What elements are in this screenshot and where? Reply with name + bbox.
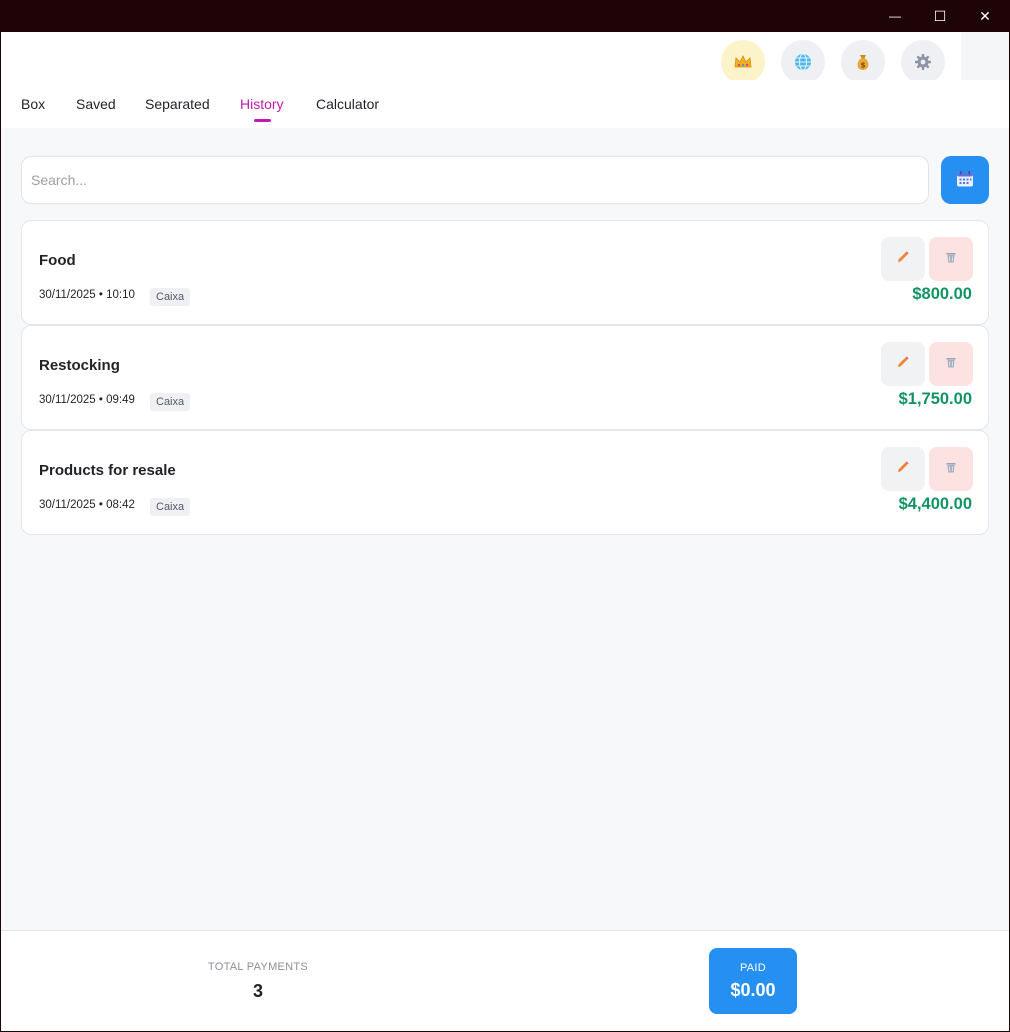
paid-summary-button[interactable]: PAID $0.00 — [709, 948, 797, 1014]
pencil-icon — [896, 460, 910, 479]
calendar-filter-button[interactable] — [941, 156, 989, 204]
entry-datetime: 30/11/2025 • 08:42 — [39, 499, 135, 511]
history-entry[interactable]: Restocking 30/11/2025 • 09:49 Caixa $1,7… — [21, 325, 989, 430]
app-window: $ Box Saved Separated History Calculator… — [0, 32, 1010, 1032]
delete-button[interactable] — [929, 447, 973, 491]
paid-label: PAID — [739, 962, 767, 974]
header-icon-mask — [701, 80, 961, 90]
tab-saved[interactable]: Saved — [76, 96, 116, 112]
minimize-button[interactable]: — — [872, 0, 918, 32]
tab-box[interactable]: Box — [21, 96, 45, 112]
window-titlebar: — ☐ ✕ — [0, 0, 1010, 32]
header-side-panel — [961, 32, 1009, 80]
total-payments-label: TOTAL PAYMENTS — [207, 961, 309, 973]
globe-icon[interactable] — [781, 40, 825, 84]
entry-datetime: 30/11/2025 • 10:10 — [39, 289, 135, 301]
paid-value: $0.00 — [730, 980, 776, 1000]
edit-button[interactable] — [881, 237, 925, 281]
entry-title: Food — [39, 252, 76, 269]
history-entry[interactable]: Products for resale 30/11/2025 • 08:42 C… — [21, 430, 989, 535]
history-entry[interactable]: Food 30/11/2025 • 10:10 Caixa $800.00 — [21, 220, 989, 325]
delete-button[interactable] — [929, 237, 973, 281]
trash-icon — [944, 460, 958, 479]
gear-icon[interactable] — [901, 40, 945, 84]
close-button[interactable]: ✕ — [962, 0, 1008, 32]
edit-button[interactable] — [881, 447, 925, 491]
entry-title: Products for resale — [39, 462, 176, 479]
edit-button[interactable] — [881, 342, 925, 386]
entry-amount: $4,400.00 — [898, 495, 972, 513]
entry-tag: Caixa — [150, 393, 191, 411]
tab-separated[interactable]: Separated — [145, 96, 210, 112]
trash-icon — [944, 355, 958, 374]
entry-title: Restocking — [39, 357, 120, 374]
entry-tag: Caixa — [150, 498, 191, 516]
money-bag-icon[interactable]: $ — [841, 40, 885, 84]
entry-amount: $1,750.00 — [898, 390, 972, 408]
delete-button[interactable] — [929, 342, 973, 386]
entry-tag: Caixa — [150, 288, 191, 306]
pencil-icon — [896, 250, 910, 269]
tab-calculator[interactable]: Calculator — [316, 96, 379, 112]
entry-datetime: 30/11/2025 • 09:49 — [39, 394, 135, 406]
maximize-button[interactable]: ☐ — [917, 0, 963, 32]
total-payments-value: 3 — [252, 981, 263, 1001]
header: $ Box Saved Separated History Calculator — [1, 32, 1009, 128]
crown-icon[interactable] — [721, 40, 765, 84]
svg-text:$: $ — [861, 62, 866, 70]
calendar-icon — [955, 169, 975, 192]
summary-footer: TOTAL PAYMENTS 3 PAID $0.00 — [1, 930, 1009, 1031]
search-input[interactable] — [21, 156, 929, 204]
entry-amount: $800.00 — [912, 285, 972, 303]
active-tab-indicator — [254, 119, 271, 122]
trash-icon — [944, 250, 958, 269]
pencil-icon — [896, 355, 910, 374]
tab-history[interactable]: History — [240, 96, 284, 112]
